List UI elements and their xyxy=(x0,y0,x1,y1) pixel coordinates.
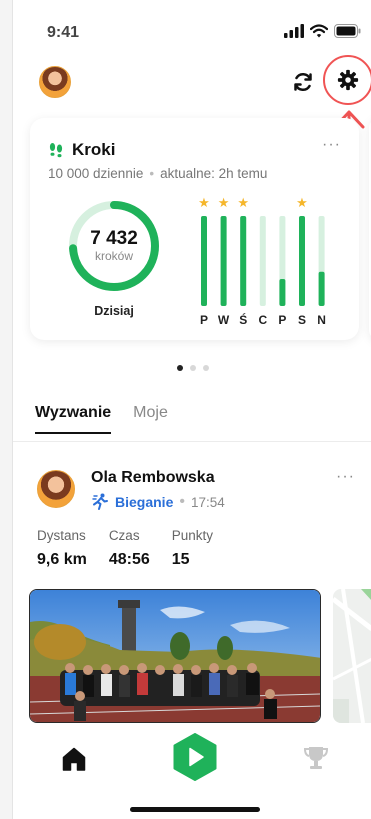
bottom-navigation xyxy=(13,726,371,819)
day-label: Ś xyxy=(239,312,247,327)
tab-moje[interactable]: Moje xyxy=(133,404,168,434)
activity-photo[interactable] xyxy=(29,589,321,723)
user-avatar[interactable] xyxy=(39,66,71,98)
goal-star-icon: ★ xyxy=(218,195,230,210)
refresh-icon[interactable] xyxy=(291,70,315,94)
steps-card[interactable]: Kroki ··· 10 000 dziennie • aktualne: 2h… xyxy=(30,118,359,340)
wifi-icon xyxy=(310,24,328,38)
day-label: P xyxy=(200,313,208,327)
tab-wyzwanie[interactable]: Wyzwanie xyxy=(35,404,112,434)
phone-screen: 9:41 Kroki ··· 10 000 dziennie • aktualn… xyxy=(12,0,371,819)
day-bar-track xyxy=(259,216,266,306)
steps-title: Kroki xyxy=(72,140,116,159)
today-steps-value: 7 432 xyxy=(90,228,138,249)
post-author-avatar[interactable] xyxy=(37,470,75,508)
day-label: P xyxy=(278,313,286,327)
post-menu-button[interactable]: ··· xyxy=(336,468,355,486)
post-author-name[interactable]: Ola Rembowska xyxy=(91,469,215,487)
post-stats: Dystans 9,6 km Czas 48:56 Punkty 15 xyxy=(37,528,213,569)
play-icon[interactable] xyxy=(173,733,217,781)
stat-label: Punkty xyxy=(171,528,214,543)
battery-icon xyxy=(334,24,361,38)
daily-goal: 10 000 dziennie xyxy=(48,166,144,181)
pager-dot[interactable] xyxy=(202,365,209,371)
home-indicator xyxy=(130,807,260,812)
post-time: 17:54 xyxy=(190,494,225,510)
day-bar-fill xyxy=(318,271,325,306)
stat-value: 15 xyxy=(171,551,190,568)
feed-tabs: Wyzwanie Moje xyxy=(35,404,168,434)
trophy-icon[interactable] xyxy=(303,745,329,771)
steps-card-title: Kroki xyxy=(48,140,115,160)
today-steps-unit: kroków xyxy=(94,249,133,263)
day-label: C xyxy=(258,313,267,327)
gear-icon[interactable] xyxy=(337,69,359,91)
weekly-steps-chart: ★P★W★Ś C P★S N xyxy=(198,195,326,327)
separator-dot: • xyxy=(149,166,155,181)
tabs-divider xyxy=(13,441,371,442)
post-activity[interactable]: Bieganie xyxy=(115,494,173,510)
stat-label: Dystans xyxy=(37,528,86,543)
day-label: N xyxy=(317,313,326,327)
post-meta: Bieganie • 17:54 xyxy=(91,493,225,511)
last-updated: aktualne: 2h temu xyxy=(160,166,268,181)
stat-label: Czas xyxy=(108,528,140,543)
status-icons xyxy=(284,24,362,40)
goal-star-icon: ★ xyxy=(198,195,210,210)
day-bar-fill xyxy=(220,216,227,306)
goal-star-icon: ★ xyxy=(296,195,308,210)
day-label: S xyxy=(298,313,306,327)
goal-star-icon: ★ xyxy=(237,195,249,210)
card-pager xyxy=(13,365,371,371)
footsteps-icon xyxy=(49,143,63,158)
stat-distance: Dystans 9,6 km xyxy=(37,528,87,569)
steps-card-menu-button[interactable]: ··· xyxy=(322,136,341,154)
activity-map-thumbnail[interactable] xyxy=(333,589,371,723)
running-icon xyxy=(92,493,108,510)
stat-value: 9,6 km xyxy=(37,551,87,568)
day-bar-fill xyxy=(299,216,305,306)
status-bar: 9:41 xyxy=(13,0,371,60)
stat-time: Czas 48:56 xyxy=(109,528,150,569)
pager-dot[interactable] xyxy=(189,365,196,371)
steps-card-subtitle: 10 000 dziennie • aktualne: 2h temu xyxy=(48,166,267,181)
day-bar-fill xyxy=(279,279,286,306)
separator-dot: • xyxy=(179,493,185,510)
today-label: Dzisiaj xyxy=(94,304,134,318)
signal-icon xyxy=(284,24,304,38)
stat-value: 48:56 xyxy=(108,551,150,568)
day-label: W xyxy=(218,313,230,327)
pager-dot[interactable] xyxy=(176,365,183,371)
home-icon[interactable] xyxy=(61,746,87,772)
status-time: 9:41 xyxy=(47,24,80,41)
stat-points: Punkty 15 xyxy=(172,528,213,569)
day-bar-fill xyxy=(240,216,247,306)
day-bar-fill xyxy=(201,216,207,306)
settings-highlight-circle xyxy=(323,55,371,105)
